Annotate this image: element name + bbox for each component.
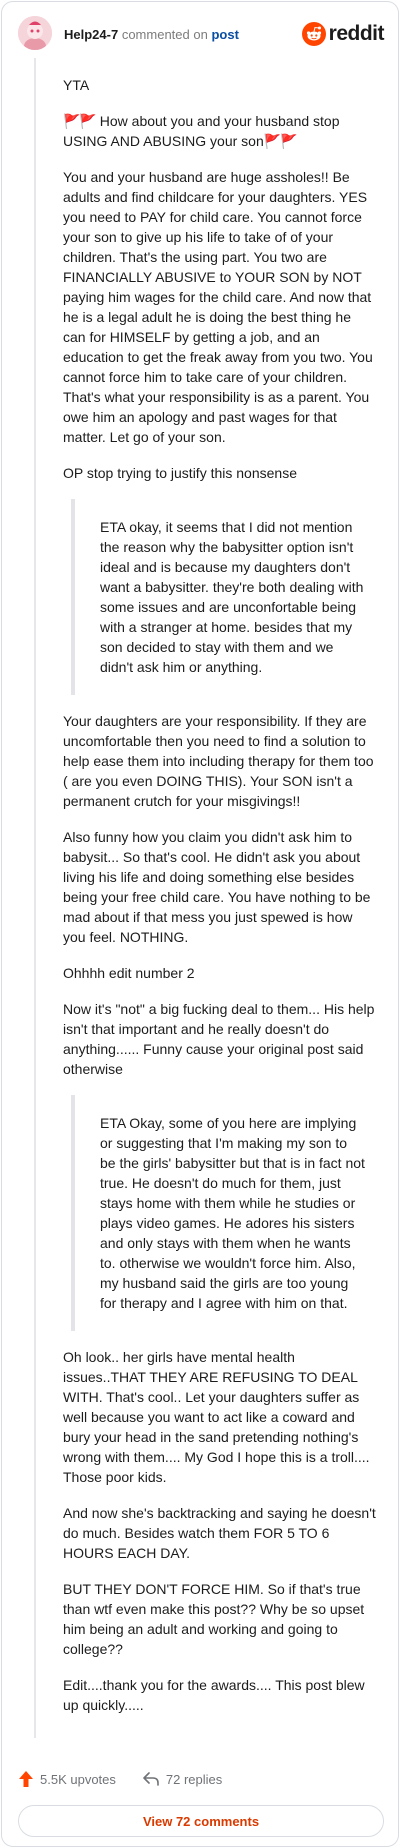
comment-paragraph: YTA [63, 77, 90, 93]
comment-paragraph: Edit....thank you for the awards.... Thi… [63, 1677, 365, 1713]
comment-attribution: Help24-7 commented on post [64, 27, 239, 43]
comment-body: YTA 🚩🚩 How about you and your husband st… [63, 75, 377, 1731]
comment-paragraph: OP stop trying to justify this nonsense [63, 465, 297, 481]
comment-paragraph: Your daughters are your responsibility. … [63, 713, 374, 809]
brand-name: reddit [328, 22, 385, 45]
view-comments-button[interactable]: View 72 comments [18, 1805, 384, 1837]
comment-paragraph: BUT THEY DON'T FORCE HIM. So if that's t… [63, 1581, 365, 1657]
red-flag-emoji: 🚩🚩 [63, 113, 97, 129]
comment-card: Help24-7 commented on post reddit YTA 🚩🚩… [1, 1, 399, 1847]
comment-paragraph: Now it's "not" a big fucking deal to the… [63, 1001, 375, 1077]
post-link[interactable]: post [211, 27, 238, 42]
upvote-count: 5.5K upvotes [40, 1771, 116, 1787]
reply-arrow-icon [143, 1772, 159, 1786]
comment-paragraph: Also funny how you claim you didn't ask … [63, 829, 371, 945]
reddit-brand[interactable]: reddit [301, 21, 385, 47]
action-text: commented on [121, 27, 208, 42]
comment-footer: 5.5K upvotes 72 replies [18, 1767, 222, 1791]
reply-button[interactable]: 72 replies [142, 1771, 222, 1787]
comment-header: Help24-7 commented on post reddit [18, 16, 385, 52]
reply-count: 72 replies [165, 1771, 223, 1787]
quote-block: ETA Okay, some of you here are implying … [71, 1095, 377, 1331]
comment-paragraph: 🚩🚩 How about you and your husband stop U… [63, 111, 377, 151]
quote-block: ETA okay, it seems that I did not mentio… [71, 499, 377, 695]
comment-text: How about you and your husband stop USIN… [63, 113, 340, 149]
upvote-button[interactable]: 5.5K upvotes [18, 1770, 116, 1788]
reddit-logo-icon [301, 22, 326, 46]
red-flag-emoji: 🚩🚩 [263, 133, 298, 149]
username-link[interactable]: Help24-7 [64, 27, 118, 42]
comment-paragraph: You and your husband are huge assholes!!… [63, 169, 373, 445]
upvote-arrow-icon [19, 1771, 33, 1787]
snoo-avatar-icon[interactable] [18, 16, 52, 50]
comment-paragraph: Ohhhh edit number 2 [63, 965, 195, 981]
comment-paragraph: Oh look.. her girls have mental health i… [63, 1349, 370, 1485]
comment-paragraph: And now she's backtracking and saying he… [63, 1505, 376, 1561]
thread-line [34, 58, 36, 1738]
